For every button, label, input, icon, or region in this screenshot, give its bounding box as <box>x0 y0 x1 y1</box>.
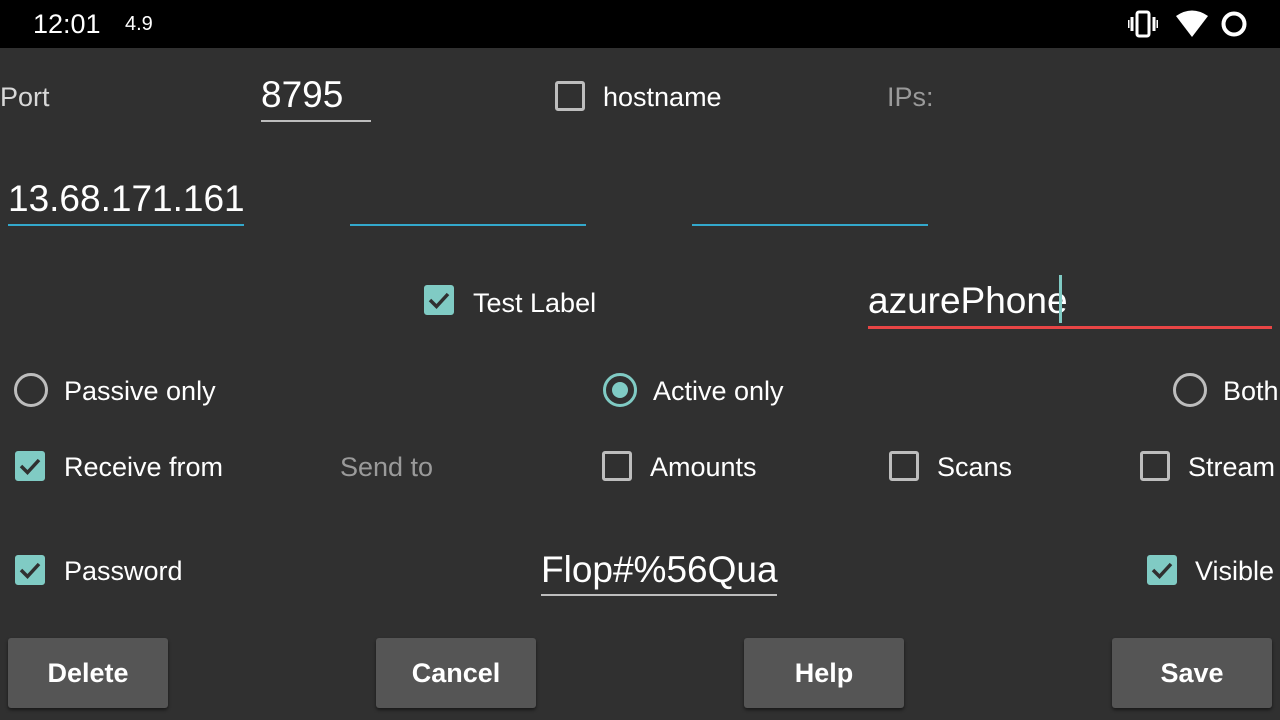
cancel-button[interactable]: Cancel <box>376 638 536 708</box>
ips-label: IPs: <box>887 82 934 112</box>
password-label: Password <box>64 556 183 586</box>
port-underline <box>261 120 371 122</box>
amounts-label: Amounts <box>650 452 757 482</box>
status-extra: 4.9 <box>125 13 153 35</box>
radio-passive-only-label: Passive only <box>64 376 216 406</box>
radio-active-only-label: Active only <box>653 376 784 406</box>
test-label-input[interactable]: azurePhone <box>868 272 1272 332</box>
ip-value-1: 13.68.171.161 <box>8 178 245 219</box>
scans-checkbox[interactable] <box>889 451 919 481</box>
stream-label: Stream <box>1188 452 1276 482</box>
checkmark-icon <box>428 292 450 310</box>
password-checkbox[interactable] <box>15 555 45 585</box>
ip-underline-3 <box>692 224 928 226</box>
radio-passive-only[interactable] <box>14 373 48 407</box>
checkmark-icon <box>1151 562 1173 580</box>
checkmark-icon <box>19 562 41 580</box>
save-button[interactable]: Save <box>1112 638 1272 708</box>
radio-both-label: Both <box>1223 376 1279 406</box>
port-label: Port <box>0 82 50 112</box>
port-value: 8795 <box>261 74 344 115</box>
help-button[interactable]: Help <box>744 638 904 708</box>
ip-underline-1 <box>8 224 244 226</box>
radio-active-only[interactable] <box>603 373 637 407</box>
checkmark-icon <box>19 458 41 476</box>
wifi-icon <box>1176 10 1208 43</box>
radio-selected-dot <box>612 382 628 398</box>
test-label-checkbox[interactable] <box>424 285 454 315</box>
password-underline <box>541 594 777 596</box>
radio-both[interactable] <box>1173 373 1207 407</box>
stream-checkbox[interactable] <box>1140 451 1170 481</box>
hostname-label: hostname <box>603 82 722 112</box>
battery-ring-icon <box>1220 10 1248 43</box>
receive-from-label: Receive from <box>64 452 224 482</box>
password-value: Flop#%56Qua <box>541 549 778 590</box>
send-to-label: Send to <box>340 452 434 482</box>
scans-label: Scans <box>937 452 1013 482</box>
ip-field-3[interactable] <box>692 174 928 228</box>
password-input[interactable]: Flop#%56Qua <box>541 545 778 599</box>
ip-underline-2 <box>350 224 586 226</box>
ip-field-2[interactable] <box>350 174 586 228</box>
test-label-value: azurePhone <box>868 280 1068 321</box>
amounts-checkbox[interactable] <box>602 451 632 481</box>
hostname-checkbox[interactable] <box>555 81 585 111</box>
test-label-label: Test Label <box>473 288 597 318</box>
ip-field-1[interactable]: 13.68.171.161 <box>8 174 245 228</box>
status-time: 12:01 <box>33 9 101 39</box>
text-cursor <box>1059 275 1062 323</box>
test-label-underline <box>868 326 1272 329</box>
visible-label: Visible <box>1195 556 1275 586</box>
status-bar: 12:01 4.9 <box>0 0 1280 48</box>
receive-from-checkbox[interactable] <box>15 451 45 481</box>
port-input[interactable]: 8795 <box>261 72 371 124</box>
delete-button[interactable]: Delete <box>8 638 168 708</box>
vibrate-icon <box>1127 10 1159 43</box>
visible-checkbox[interactable] <box>1147 555 1177 585</box>
